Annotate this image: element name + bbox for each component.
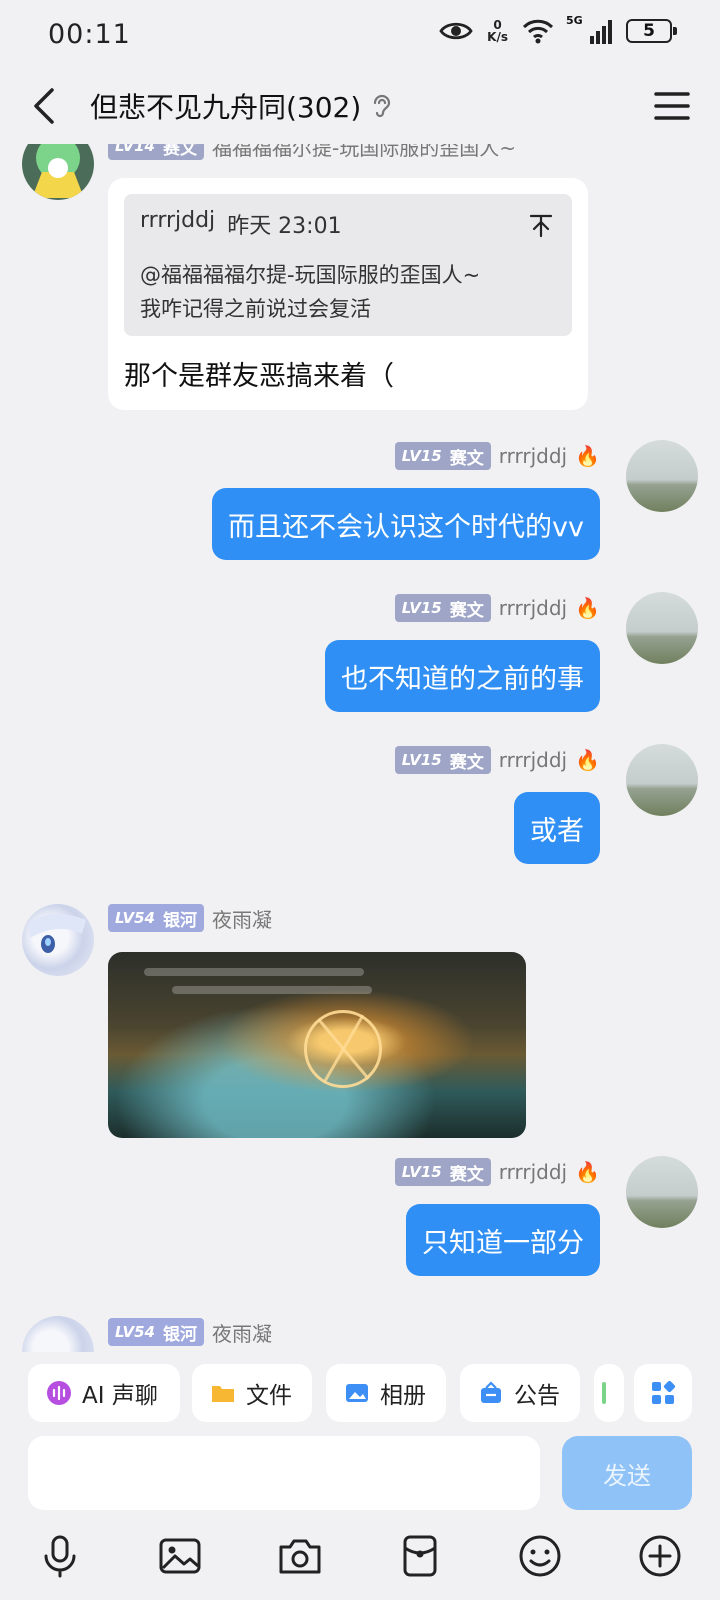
folder-icon bbox=[212, 1386, 234, 1402]
composer: 发送 bbox=[0, 1434, 720, 1518]
level-badge: LV54 银河 bbox=[108, 904, 204, 932]
file-button[interactable]: 文件 bbox=[192, 1364, 312, 1422]
message-bubble[interactable]: 也不知道的之前的事 bbox=[325, 640, 600, 712]
send-button[interactable]: 发送 bbox=[562, 1436, 692, 1510]
sender-meta: LV54 银河 夜雨凝 bbox=[108, 904, 272, 932]
emoji-icon[interactable] bbox=[516, 1532, 564, 1580]
sender-meta: LV54 银河 夜雨凝 bbox=[108, 1318, 272, 1346]
notice-button[interactable]: 公告 bbox=[460, 1364, 580, 1422]
avatar[interactable] bbox=[626, 744, 698, 816]
status-time: 00:11 bbox=[48, 18, 131, 50]
quote-line: 我咋记得之前说过会复活 bbox=[140, 297, 371, 321]
image-message[interactable] bbox=[108, 952, 526, 1138]
quote-author: rrrrjddj bbox=[140, 208, 216, 233]
sender-name[interactable]: rrrrjddj bbox=[499, 748, 567, 772]
status-icons: 0 K/s 5G 5 bbox=[439, 14, 677, 44]
ai-voice-chat-button[interactable]: AI 声聊 bbox=[28, 1364, 180, 1422]
chat-header: 但悲不见九舟同(302) bbox=[0, 68, 720, 144]
signal-indicator: 5G bbox=[566, 14, 612, 44]
avatar-image bbox=[32, 144, 84, 198]
avatar[interactable] bbox=[22, 904, 94, 976]
avatar[interactable] bbox=[626, 440, 698, 512]
message-bubble[interactable]: 或者 bbox=[514, 792, 600, 864]
message-bubble[interactable]: 而且还不会认识这个时代的vv bbox=[212, 488, 600, 560]
sender-name[interactable]: 福福福福尔提-玩国际服的歪国人~ bbox=[212, 144, 516, 161]
menu-icon[interactable] bbox=[652, 86, 692, 126]
image-icon[interactable] bbox=[156, 1532, 204, 1580]
bottom-toolbar bbox=[0, 1518, 720, 1600]
app-grid-icon bbox=[652, 1380, 676, 1404]
level-badge: LV14 赛文 bbox=[108, 144, 204, 160]
level-badge: LV54 银河 bbox=[108, 1318, 204, 1346]
sender-meta: LV15 赛文 rrrrjddj 🔥 bbox=[394, 594, 600, 622]
network-type: 5G bbox=[566, 14, 583, 27]
message-input[interactable] bbox=[28, 1436, 540, 1510]
battery-indicator: 5 bbox=[626, 19, 677, 43]
more-chip-partial[interactable] bbox=[594, 1364, 624, 1422]
red-packet-icon[interactable] bbox=[396, 1532, 444, 1580]
camera-icon[interactable] bbox=[276, 1532, 324, 1580]
avatar[interactable] bbox=[22, 144, 94, 200]
status-bar: 00:11 0 K/s 5G 5 bbox=[0, 0, 720, 68]
net-speed: 0 K/s bbox=[487, 18, 508, 44]
ear-icon bbox=[374, 94, 391, 118]
photo-album-icon bbox=[346, 1384, 368, 1402]
avatar[interactable] bbox=[626, 592, 698, 664]
fire-icon: 🔥 bbox=[575, 748, 600, 772]
sender-meta: LV14 赛文 福福福福尔提-玩国际服的歪国人~ bbox=[108, 144, 516, 160]
avatar-image bbox=[28, 913, 86, 953]
sender-name[interactable]: rrrrjddj bbox=[499, 596, 567, 620]
sender-name[interactable]: rrrrjddj bbox=[499, 1160, 567, 1184]
image-content bbox=[172, 986, 372, 994]
image-content bbox=[144, 968, 364, 976]
announcement-icon bbox=[481, 1381, 501, 1403]
message-list[interactable]: LV14 赛文 福福福福尔提-玩国际服的歪国人~ rrrrjddj 昨天 23:01… bbox=[0, 144, 720, 1352]
quick-action-bar: AI 声聊 文件 相册 公告 bbox=[0, 1352, 720, 1434]
message-text: 那个是群友恶搞来着（ bbox=[124, 361, 394, 392]
back-arrow-icon[interactable] bbox=[24, 84, 68, 128]
group-title: 但悲不见九舟同(302) bbox=[90, 86, 393, 126]
chip-label: 文件 bbox=[246, 1383, 292, 1409]
microphone-icon[interactable] bbox=[36, 1532, 84, 1580]
fire-icon: 🔥 bbox=[575, 1160, 600, 1184]
sender-meta: LV15 赛文 rrrrjddj 🔥 bbox=[394, 1158, 600, 1186]
jump-to-quote-icon[interactable] bbox=[528, 212, 554, 238]
plus-icon[interactable] bbox=[636, 1532, 684, 1580]
sender-name[interactable]: rrrrjddj bbox=[499, 444, 567, 468]
group-title-text: 但悲不见九舟同(302) bbox=[90, 91, 362, 124]
sender-meta: LV15 赛文 rrrrjddj 🔥 bbox=[394, 746, 600, 774]
level-badge: LV15 赛文 bbox=[394, 746, 491, 774]
album-button[interactable]: 相册 bbox=[326, 1364, 446, 1422]
fire-icon: 🔥 bbox=[575, 596, 600, 620]
level-badge: LV15 赛文 bbox=[394, 442, 491, 470]
quoted-message[interactable]: rrrrjddj 昨天 23:01 @福福福福尔提-玩国际服的歪国人~ 我咋记得之… bbox=[124, 194, 572, 336]
avatar[interactable] bbox=[22, 1316, 94, 1352]
sender-name[interactable]: 夜雨凝 bbox=[212, 904, 272, 933]
fire-icon: 🔥 bbox=[575, 444, 600, 468]
message-bubble[interactable]: 只知道一部分 bbox=[406, 1204, 600, 1276]
eye-icon bbox=[439, 22, 473, 40]
quote-line: @福福福福尔提-玩国际服的歪国人~ bbox=[140, 263, 481, 287]
message-bubble[interactable]: rrrrjddj 昨天 23:01 @福福福福尔提-玩国际服的歪国人~ 我咋记得之… bbox=[108, 178, 588, 410]
wifi-icon bbox=[522, 19, 554, 44]
ai-voice-icon bbox=[47, 1381, 71, 1405]
app-grid-button[interactable] bbox=[634, 1364, 692, 1422]
chip-label: 相册 bbox=[380, 1383, 426, 1409]
chip-label: 公告 bbox=[514, 1383, 560, 1409]
avatar[interactable] bbox=[626, 1156, 698, 1228]
level-badge: LV15 赛文 bbox=[394, 1158, 491, 1186]
level-badge: LV15 赛文 bbox=[394, 594, 491, 622]
chip-label: AI 声聊 bbox=[82, 1383, 158, 1409]
quote-time: 昨天 23:01 bbox=[227, 214, 342, 239]
sender-meta: LV15 赛文 rrrrjddj 🔥 bbox=[394, 442, 600, 470]
sender-name[interactable]: 夜雨凝 bbox=[212, 1318, 272, 1347]
